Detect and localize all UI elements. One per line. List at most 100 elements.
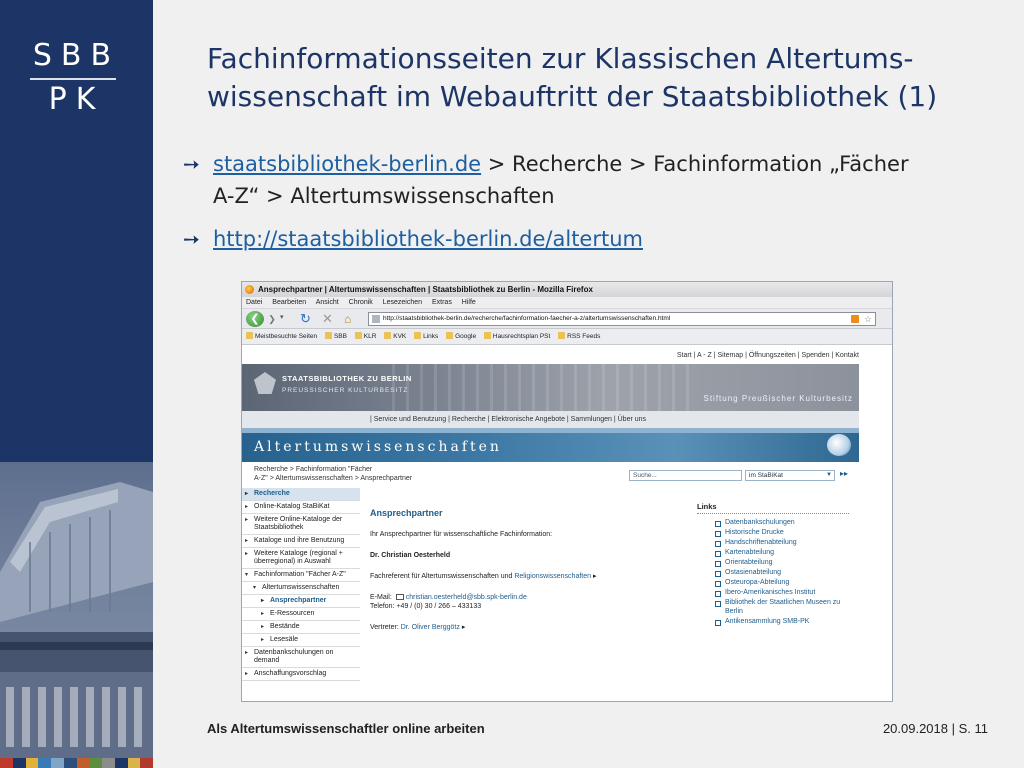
link-item[interactable]: Handschriftenabteilung — [697, 539, 849, 548]
contact-phone: Telefon: +49 / (0) 30 / 266 – 433133 — [370, 603, 482, 610]
back-arrow-icon[interactable]: ❮ — [246, 311, 264, 327]
stiftung-label[interactable]: Stiftung Preußischer Kulturbesitz — [704, 394, 854, 403]
sidenav-item-bestaende[interactable]: Bestände — [242, 621, 360, 634]
link-item[interactable]: Datenbankschulungen — [697, 519, 849, 528]
color-bar-segment — [63, 758, 77, 768]
rss-icon[interactable] — [851, 315, 859, 323]
bookmark-item[interactable]: Google — [446, 329, 476, 345]
color-bar-segment — [76, 758, 90, 768]
menu-chronik[interactable]: Chronik — [349, 299, 373, 306]
search-scope-select[interactable]: im StaBiKat ▼ — [745, 470, 835, 481]
section-banner-title: Altertumswissenschaften — [254, 439, 502, 455]
building-photo — [0, 462, 153, 758]
chevron-down-icon: ▼ — [826, 472, 832, 478]
link-item[interactable]: Historische Drucke — [697, 529, 849, 538]
sidenav-item-ansprechpartner[interactable]: Ansprechpartner — [242, 595, 360, 608]
search-go-icon[interactable]: ▸▸ — [840, 469, 848, 478]
sidenav-item-e-ressourcen[interactable]: E-Ressourcen — [242, 608, 360, 621]
sidenav-item-weitere-online-kataloge[interactable]: Weitere Online-Kataloge der Staatsbiblio… — [242, 514, 360, 535]
bookmark-item[interactable]: Hausrechtsplan PSt — [483, 329, 550, 345]
circled-arrow-icon: ➙ — [183, 152, 200, 176]
header-building-image — [392, 364, 692, 411]
firefox-icon — [245, 285, 254, 294]
color-bar-segment — [12, 758, 26, 768]
color-bar-segment — [25, 758, 39, 768]
bookmark-item[interactable]: Meistbesuchte Seiten — [246, 329, 317, 345]
stop-icon[interactable]: ✕ — [322, 311, 333, 327]
sidenav-item-recherche[interactable]: Recherche — [242, 488, 360, 501]
page-icon — [372, 315, 380, 323]
bookmark-folder-icon — [354, 332, 362, 339]
slide-title-line-2: wissenschaft im Webauftritt der Staatsbi… — [207, 80, 938, 113]
utility-nav[interactable]: Start | A - Z | Sitemap | Öffnungszeiten… — [242, 348, 859, 364]
link-item[interactable]: Antikensammlung SMB-PK — [697, 618, 849, 627]
forward-arrow-icon[interactable]: ❯ — [266, 313, 278, 325]
link-item[interactable]: Ostasienabteilung — [697, 569, 849, 578]
bullet-1-path-text-2: A-Z“ > Altertumswissenschaften — [213, 184, 555, 208]
sbb-home-link[interactable]: staatsbibliothek-berlin.de — [213, 152, 481, 176]
menu-bearbeiten[interactable]: Bearbeiten — [272, 299, 306, 306]
links-heading: Links — [697, 502, 849, 514]
sidenav-item-stabikat[interactable]: Online-Katalog StaBiKat — [242, 501, 360, 514]
address-bar[interactable]: http://staatsbibliothek-berlin.de/recher… — [368, 312, 876, 326]
bookmark-item[interactable]: KVK — [384, 329, 406, 345]
main-content: Ansprechpartner Ihr Ansprechpartner für … — [370, 508, 670, 644]
bullet-1-path-text: > Recherche > Fachinformation „Fächer — [481, 152, 909, 176]
browser-navbar: ❮ ❯ ▾ ↻ ✕ ⌂ http://staatsbibliothek-berl… — [242, 309, 892, 329]
color-bar-segment — [127, 758, 141, 768]
sidenav-item-weitere-kataloge[interactable]: Weitere Kataloge (regional + überregiona… — [242, 548, 360, 569]
bookmark-folder-icon — [558, 332, 566, 339]
menu-datei[interactable]: Datei — [246, 299, 262, 306]
site-org-name[interactable]: STAATSBIBLIOTHEK ZU BERLIN — [282, 374, 412, 383]
contact-deputy: Vertreter: Dr. Oliver Berggötz ▸ — [370, 624, 466, 631]
contact-details: E-Mail: christian.oesterheld@sbb.spk-ber… — [370, 594, 527, 610]
contact-role: Fachreferent für Altertumswissenschaften… — [370, 573, 597, 580]
sidenav-item-fachinformation[interactable]: Fachinformation "Fächer A-Z" — [242, 569, 360, 582]
section-banner: Altertumswissenschaften — [242, 428, 859, 462]
sidenav-item-kataloge-benutzung[interactable]: Kataloge und ihre Benutzung — [242, 535, 360, 548]
bookmark-item[interactable]: KLR — [354, 329, 376, 345]
bookmark-folder-icon — [246, 332, 253, 339]
webpage-content: Start | A - Z | Sitemap | Öffnungszeiten… — [242, 348, 892, 701]
logo-divider — [30, 78, 116, 80]
eagle-logo-icon[interactable] — [254, 372, 276, 394]
menu-hilfe[interactable]: Hilfe — [462, 299, 476, 306]
color-bar — [0, 758, 153, 768]
bookmark-item[interactable]: SBB — [324, 329, 347, 345]
home-icon[interactable]: ⌂ — [344, 312, 351, 326]
bookmark-star-icon[interactable]: ☆ — [864, 313, 872, 325]
site-main-nav[interactable]: | Service und Benutzung | Recherche | El… — [242, 411, 859, 428]
section-logo-icon — [827, 434, 851, 456]
bookmark-item[interactable]: Links — [414, 329, 438, 345]
browser-screenshot: Ansprechpartner | Altertumswissenschafte… — [241, 281, 893, 702]
brand-sidebar: SBB PK — [0, 0, 153, 768]
mail-icon — [395, 594, 404, 600]
sidenav-item-datenbankschulungen[interactable]: Datenbankschulungen on demand — [242, 647, 360, 668]
color-bar-segment — [89, 758, 102, 768]
sidenav-item-lesesaele[interactable]: Lesesäle — [242, 634, 360, 647]
contact-name: Dr. Christian Oesterheld — [370, 552, 451, 559]
history-dropdown-icon[interactable]: ▾ — [280, 313, 284, 321]
link-item[interactable]: Bibliothek der Staatlichen Museen zu Ber… — [697, 599, 849, 616]
menu-lesezeichen[interactable]: Lesezeichen — [383, 299, 422, 306]
browser-window-title: Ansprechpartner | Altertumswissenschafte… — [258, 285, 593, 294]
bookmark-folder-icon — [414, 332, 422, 339]
search-input[interactable]: Suche... — [629, 470, 742, 481]
reload-icon[interactable]: ↻ — [300, 311, 311, 327]
link-item[interactable]: Orientabteilung — [697, 559, 849, 568]
deputy-link[interactable]: Dr. Oliver Berggötz — [401, 624, 460, 631]
sidenav-item-anschaffung[interactable]: Anschaffungsvorschlag — [242, 668, 360, 681]
bookmark-item[interactable]: RSS Feeds — [558, 329, 600, 345]
link-item[interactable]: Ibero-Amerikanisches Institut — [697, 589, 849, 598]
email-link[interactable]: christian.oesterheld@sbb.spk-berlin.de — [406, 594, 527, 601]
link-item[interactable]: Osteuropa-Abteilung — [697, 579, 849, 588]
breadcrumb[interactable]: Recherche > Fachinformation "Fächer A-Z"… — [254, 465, 454, 483]
bookmark-folder-icon — [446, 332, 454, 339]
menu-ansicht[interactable]: Ansicht — [316, 299, 339, 306]
sidenav-item-altertum[interactable]: Altertumswissenschaften — [242, 582, 360, 595]
altertum-url-link[interactable]: http://staatsbibliothek-berlin.de/altert… — [213, 227, 643, 251]
menu-extras[interactable]: Extras — [432, 299, 452, 306]
slide-title-line-1: Fachinformationsseiten zur Klassischen A… — [207, 42, 914, 75]
link-item[interactable]: Kartenabteilung — [697, 549, 849, 558]
religionswissenschaften-link[interactable]: Religionswissenschaften — [514, 573, 591, 580]
